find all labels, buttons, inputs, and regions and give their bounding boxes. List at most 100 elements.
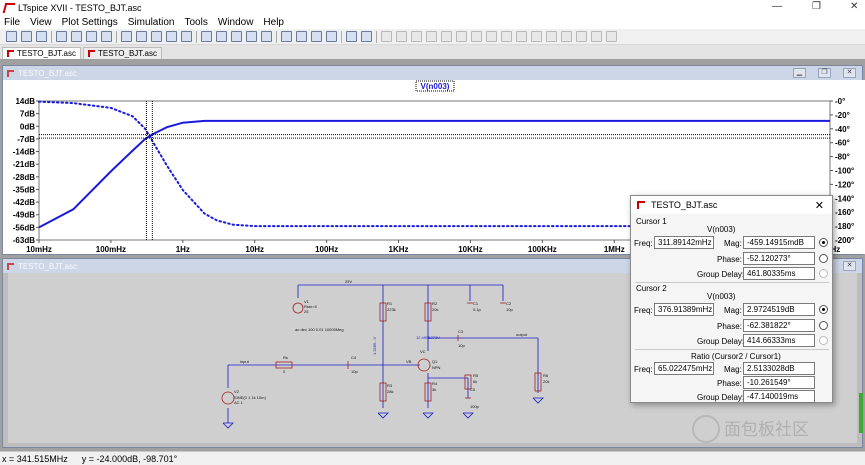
label-q1: Q1 (432, 359, 438, 364)
trace-label[interactable]: V(n003) (421, 82, 450, 91)
tile-horizontal-icon[interactable] (216, 31, 227, 42)
ltspice-logo-icon (637, 201, 645, 209)
node-voltage-1: 12.4955273V (416, 335, 440, 340)
redo-icon[interactable] (546, 31, 557, 42)
ratio-mag-field[interactable]: 2.5133028dB (743, 362, 815, 375)
undo-icon[interactable] (531, 31, 542, 42)
inductor-icon[interactable] (456, 31, 467, 42)
mdi-area: TESTO_BJT.asc ▁ ❐ ✕ 10mHz 100mHz 1Hz 10Hz 10… (0, 59, 865, 451)
menu-window[interactable]: Window (218, 17, 254, 28)
text-icon[interactable] (591, 31, 602, 42)
ground-icon[interactable] (396, 31, 407, 42)
cancel-zoom-icon[interactable] (181, 31, 192, 42)
autorange-icon[interactable] (201, 31, 212, 42)
drag-icon[interactable] (516, 31, 527, 42)
cursor1-freq-field[interactable]: 311.89142mHz (654, 236, 714, 249)
label-c2-val: 10p (506, 307, 513, 312)
resistor-icon[interactable] (426, 31, 437, 42)
x-tick-label: 100KHz (528, 245, 557, 254)
close-icon[interactable]: ✕ (850, 1, 858, 12)
zoom-out-icon[interactable] (151, 31, 162, 42)
cursor2-mag-field[interactable]: 2.9724519dB (743, 303, 815, 316)
cursor1-phase-field[interactable]: -52.120273° (743, 252, 815, 265)
zoom-in-icon[interactable] (121, 31, 132, 42)
schematic-svg[interactable]: 25V V1 Rser=0 25 .ac dec 100 0.01 10000M… (8, 273, 628, 443)
tile-vertical-icon[interactable] (231, 31, 242, 42)
ratio-gd-field[interactable]: -47.140019ms (743, 390, 815, 403)
copy-icon[interactable] (296, 31, 307, 42)
control-panel-icon[interactable] (56, 31, 67, 42)
watermark-logo-icon (692, 415, 720, 443)
cursor1-gd-radio[interactable] (819, 269, 828, 278)
watermark-svg: 面包板社区 (692, 415, 809, 443)
v2-symbol[interactable] (221, 391, 235, 405)
rotate-icon[interactable] (561, 31, 572, 42)
capacitor-icon[interactable] (441, 31, 452, 42)
zoom-fit-icon[interactable] (166, 31, 177, 42)
halt-icon[interactable] (86, 31, 97, 42)
restore-icon[interactable]: ❐ (818, 68, 831, 78)
label-rs: Rs (283, 355, 288, 360)
minimize-icon[interactable]: — (772, 1, 782, 12)
close-icon[interactable]: ✕ (843, 68, 856, 78)
toolbar-divider (276, 30, 277, 43)
tab-label: TESTO_BJT.asc (97, 49, 157, 58)
close-icon[interactable]: ✕ (843, 261, 856, 271)
close-window-icon[interactable] (261, 31, 272, 42)
ratio-freq-field[interactable]: 65.022475mHz (654, 362, 714, 375)
menu-view[interactable]: View (30, 17, 52, 28)
v1-symbol[interactable] (292, 302, 304, 314)
mirror-icon[interactable] (576, 31, 587, 42)
cursor2-phase-radio[interactable] (819, 321, 828, 330)
schematic-window-title: TESTO_BJT.asc (18, 261, 77, 271)
draw-wire-icon[interactable] (381, 31, 392, 42)
cursor1-mag-field[interactable]: -459.14915mdB (743, 236, 815, 249)
cursor1-heading: Cursor 1 (636, 217, 667, 226)
print-icon[interactable] (361, 31, 372, 42)
minimize-icon[interactable]: ▁ (793, 68, 806, 78)
toolbar-divider (341, 30, 342, 43)
new-schematic-icon[interactable] (6, 31, 17, 42)
cascade-icon[interactable] (246, 31, 257, 42)
ratio-phase-field[interactable]: -10.261549° (743, 376, 815, 389)
cut-icon[interactable] (281, 31, 292, 42)
zoom-area-icon[interactable] (136, 31, 147, 42)
cursor2-phase-field[interactable]: -62.381822° (743, 319, 815, 332)
x-tick-label: 1Hz (176, 245, 190, 254)
cursor2-gd-field[interactable]: 414.66333ms (743, 334, 815, 347)
menu-plot-settings[interactable]: Plot Settings (62, 17, 118, 28)
cursor2-gd-radio[interactable] (819, 336, 828, 345)
tab-schematic[interactable]: TESTO_BJT.asc (82, 47, 162, 59)
run-icon[interactable] (71, 31, 82, 42)
tab-plot[interactable]: TESTO_BJT.asc (2, 47, 81, 59)
paste-icon[interactable] (311, 31, 322, 42)
spice-directive-icon[interactable] (606, 31, 617, 42)
cursor1-phase-radio[interactable] (819, 254, 828, 263)
component-icon[interactable] (486, 31, 497, 42)
label-net-icon[interactable] (411, 31, 422, 42)
cursor2-freq-field[interactable]: 376.91389mHz (654, 303, 714, 316)
cursor1-mag-radio[interactable] (819, 238, 828, 247)
document-tabs: TESTO_BJT.asc TESTO_BJT.asc (0, 45, 865, 59)
menu-help[interactable]: Help (263, 17, 284, 28)
move-icon[interactable] (501, 31, 512, 42)
diode-icon[interactable] (471, 31, 482, 42)
cursor2-mag-radio[interactable] (819, 305, 828, 314)
pan-icon[interactable] (101, 31, 112, 42)
menu-file[interactable]: File (4, 17, 20, 28)
print-setup-icon[interactable] (346, 31, 357, 42)
close-icon[interactable]: ✕ (815, 199, 824, 212)
label-v2-ac: AC 1 (234, 400, 244, 405)
y-left-tick-label: 0dB (20, 122, 35, 131)
cursor1-gd-field[interactable]: 461.80335ms (743, 267, 815, 280)
label-c1: C1 (473, 301, 479, 306)
restore-icon[interactable]: ❐ (812, 1, 821, 12)
find-icon[interactable] (326, 31, 337, 42)
save-icon[interactable] (36, 31, 47, 42)
x-tick-label: 1KHz (389, 245, 409, 254)
menu-simulation[interactable]: Simulation (128, 17, 175, 28)
y-left-tick-label: 7dB (20, 110, 35, 119)
y-right-tick-label: -60° (835, 139, 850, 148)
menu-tools[interactable]: Tools (184, 17, 207, 28)
open-icon[interactable] (21, 31, 32, 42)
